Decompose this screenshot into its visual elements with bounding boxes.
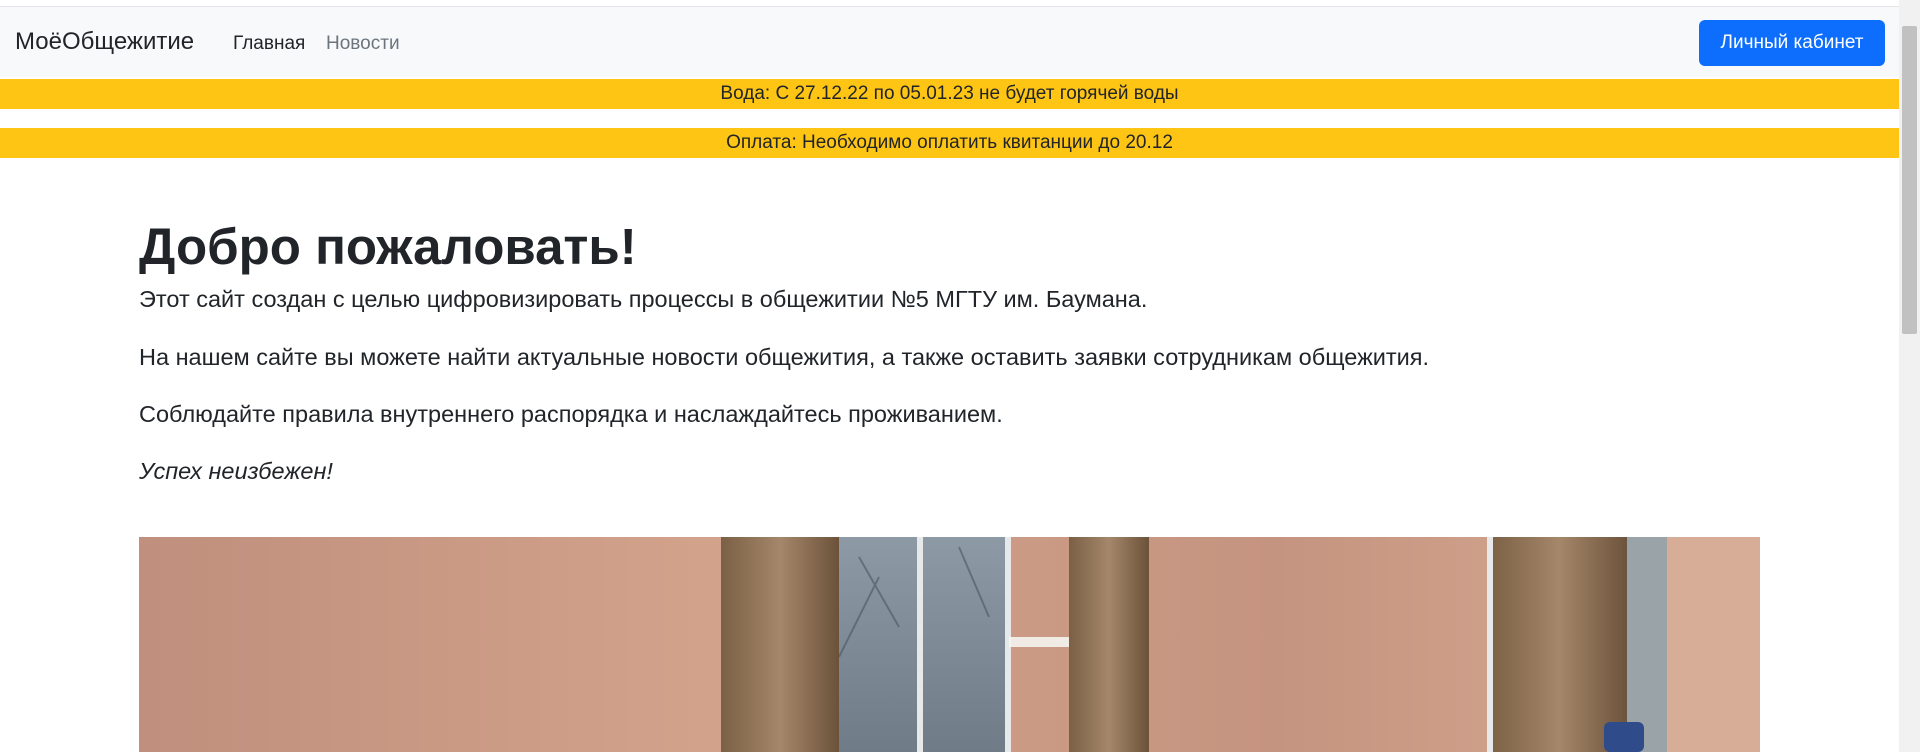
announcement-banner-payment: Оплата: Необходимо оплатить квитанции до…	[0, 128, 1899, 158]
motto-text: Успех неизбежен!	[139, 458, 333, 485]
brand-link[interactable]: МоёОбщежитие	[15, 28, 194, 57]
personal-account-button[interactable]: Личный кабинет	[1699, 20, 1885, 66]
main-content: Добро пожаловать! Этот сайт создан с цел…	[139, 216, 1761, 515]
announcement-banner-water: Вода: С 27.12.22 по 05.01.23 не будет го…	[0, 79, 1899, 109]
scrollbar-thumb[interactable]	[1902, 26, 1917, 334]
nav-link-news[interactable]: Новости	[326, 33, 400, 56]
page-title: Добро пожаловать!	[139, 218, 637, 275]
vertical-scrollbar[interactable]	[1899, 0, 1920, 752]
rules-paragraph: Соблюдайте правила внутреннего распорядк…	[139, 400, 1003, 427]
navbar: МоёОбщежитие Главная Новости Личный каби…	[0, 7, 1899, 77]
nav-link-home[interactable]: Главная	[233, 33, 305, 56]
intro-paragraph: Этот сайт создан с целью цифровизировать…	[139, 286, 1148, 313]
features-paragraph: На нашем сайте вы можете найти актуальны…	[139, 343, 1430, 370]
page: МоёОбщежитие Главная Новости Личный каби…	[0, 0, 1899, 752]
dormitory-room-photo	[139, 537, 1760, 752]
